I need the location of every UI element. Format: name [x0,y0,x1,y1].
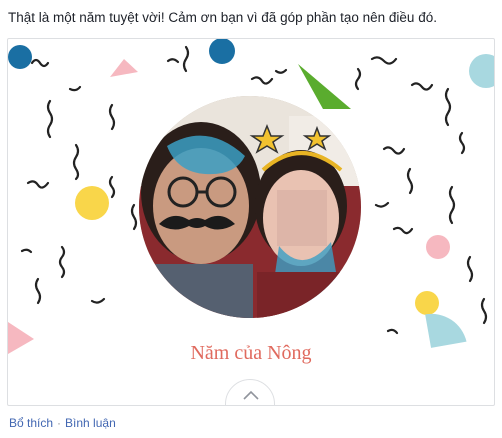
card-title: Năm của Nông [190,342,312,364]
comment-link[interactable]: Bình luận [65,416,116,430]
separator: · [57,416,62,430]
post-text: Thật là một năm tuyệt vời! Cảm ơn bạn vì… [8,10,437,25]
post-actions: Bổ thích · Bình luận [9,416,116,430]
like-link[interactable]: Bổ thích [9,416,53,430]
year-review-card[interactable]: Năm của Nông [7,38,495,406]
chevron-up-icon [243,390,259,400]
profile-photo[interactable] [139,96,361,318]
